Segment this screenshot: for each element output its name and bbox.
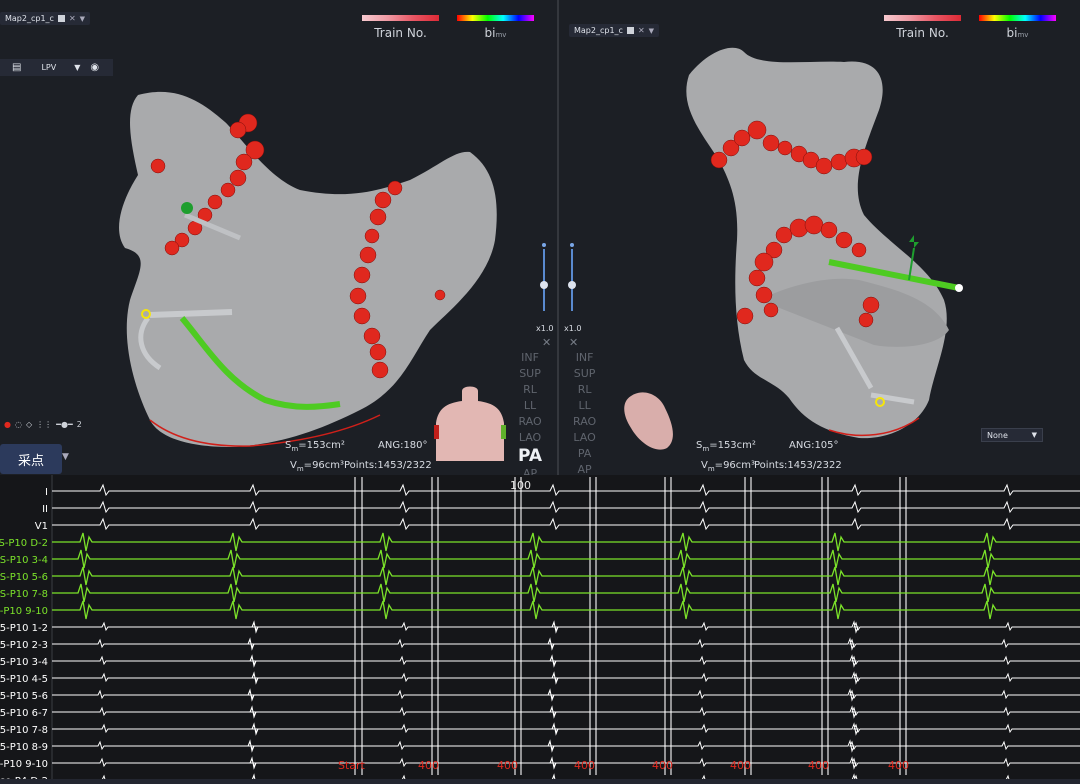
ecg-trace — [52, 671, 1080, 685]
ecg-trace — [52, 583, 1080, 603]
catheter-tip — [955, 284, 963, 292]
orient-option[interactable]: LL — [524, 398, 536, 414]
ecg-trace — [52, 483, 1080, 497]
catheter-2 — [149, 309, 233, 318]
heart-orientation-icon — [624, 392, 673, 450]
grid-icon[interactable]: ⋮⋮ — [36, 420, 52, 429]
channel-label: 5-P10 2-3 — [0, 640, 48, 651]
orient-option[interactable]: SUP — [519, 366, 541, 382]
arrow-head — [909, 235, 919, 248]
orient-option[interactable]: RL — [523, 382, 537, 398]
orient-option[interactable]: LL — [578, 398, 590, 414]
status-strip — [0, 779, 1080, 784]
torso-orientation-icon — [434, 386, 506, 461]
timing-label: 400 — [652, 759, 673, 772]
close-icon[interactable]: ✕ — [569, 336, 578, 349]
ecg-trace — [52, 566, 1080, 586]
channel-label: 5-P10 7-8 — [0, 725, 48, 736]
zoom-slider-right[interactable] — [568, 243, 576, 313]
slider-icon[interactable]: ━●━ — [56, 420, 73, 429]
timing-label: 400 — [418, 759, 439, 772]
count-badge: 2 — [76, 419, 82, 429]
orient-option[interactable]: AP — [523, 466, 537, 475]
ecg-trace — [52, 722, 1080, 736]
orient-option[interactable]: PA — [578, 446, 591, 462]
orient-option-active[interactable]: PA — [518, 446, 542, 466]
channel-label: S-P10 7-8 — [0, 589, 48, 600]
channel-label: 5-P10 1-2 — [0, 623, 48, 634]
channel-label: I — [45, 487, 48, 498]
orient-option[interactable]: RAO — [573, 414, 596, 430]
overlay-label: 100 — [510, 479, 531, 492]
ecg-trace — [52, 654, 1080, 668]
tool-bar: ● ◌ ◇ ⋮⋮ ━●━ 2 — [0, 418, 120, 430]
record-icon[interactable]: ● — [4, 420, 11, 429]
points-readout: Points:1453/2322 — [344, 460, 432, 471]
chevron-down-icon: ▼ — [1031, 431, 1037, 439]
ecg-trace — [52, 739, 1080, 753]
timing-label: 400 — [497, 759, 518, 772]
angle-readout: ANG:180° — [378, 440, 428, 451]
ecg-trace — [52, 600, 1080, 620]
orientation-list-right[interactable]: INF SUP RL LL RAO LAO PA AP — [573, 350, 596, 475]
catheter-tip — [181, 202, 193, 214]
ecg-trace — [52, 705, 1080, 719]
ecg-trace — [52, 532, 1080, 552]
ecg-trace — [52, 500, 1080, 514]
left-map-view[interactable]: Map2_cp1_c ✕ ▼ ▤ LPV ▼ ◉ Train No. bimv — [0, 0, 557, 475]
orient-option[interactable]: AP — [578, 462, 592, 475]
heart-mesh — [686, 47, 947, 439]
orient-option[interactable]: LAO — [519, 430, 541, 446]
channel-label: S-P10 9-10 — [0, 606, 48, 617]
channel-label: 5-P10 4-5 — [0, 674, 48, 685]
eraser-icon[interactable]: ◇ — [26, 420, 32, 429]
collect-point-button[interactable]: 采点 — [0, 444, 62, 474]
orient-option[interactable]: INF — [576, 350, 594, 366]
timing-label: 400 — [574, 759, 595, 772]
ecg-trace — [52, 688, 1080, 702]
orientation-list-left[interactable]: INF SUP RL LL RAO LAO PA AP — [518, 350, 542, 475]
ecg-panel[interactable]: IIIV1S-P10 D-2S-P10 3-4S-P10 5-6S-P10 7-… — [0, 475, 1080, 784]
angle-readout: ANG:105° — [789, 440, 839, 451]
ecg-trace — [52, 756, 1080, 770]
channel-label: S-P10 5-6 — [0, 572, 48, 583]
channel-label: II — [42, 504, 48, 515]
zoom-slider-left[interactable] — [540, 243, 548, 313]
channel-label: 5-P10 5-6 — [0, 691, 48, 702]
ecg-trace — [52, 517, 1080, 531]
timing-label: 400 — [730, 759, 751, 772]
orient-option[interactable]: RL — [578, 382, 592, 398]
chevron-down-icon[interactable]: ▼ — [62, 452, 69, 462]
channel-label: 5-P10 8-9 — [0, 742, 48, 753]
channel-label: 5-P10 3-4 — [0, 657, 48, 668]
channel-label: V1 — [35, 521, 48, 532]
display-dropdown[interactable]: None ▼ — [981, 428, 1043, 442]
timing-label: 400 — [888, 759, 909, 772]
orient-option[interactable]: RAO — [518, 414, 541, 430]
timing-label: 400 — [808, 759, 829, 772]
orient-option[interactable]: LAO — [573, 430, 595, 446]
orient-option[interactable]: SUP — [574, 366, 596, 382]
volume-readout: Vm=96cm³ — [701, 460, 756, 473]
close-icon[interactable]: ✕ — [542, 336, 551, 349]
volume-readout: Vm=96cm³ — [290, 460, 345, 473]
channel-label: 5-P10 9-10 — [0, 759, 48, 770]
points-readout: Points:1453/2322 — [754, 460, 842, 471]
ecg-trace — [52, 620, 1080, 634]
channel-label: S-P10 3-4 — [0, 555, 48, 566]
zoom-level: x1.0 — [536, 324, 554, 333]
surface-area: Sm=153cm² — [285, 440, 345, 453]
right-map-view[interactable]: Map2_cp1_c ✕ ▼ Train No. bimv Sm=153cm² … — [559, 0, 1080, 475]
dropdown-value: None — [987, 430, 1008, 440]
lasso-icon[interactable]: ◌ — [15, 420, 22, 429]
ecg-trace — [52, 637, 1080, 651]
channel-label: 5-P10 6-7 — [0, 708, 48, 719]
ecg-trace — [52, 549, 1080, 569]
timing-label: Start — [338, 759, 366, 772]
orient-option[interactable]: INF — [521, 350, 539, 366]
zoom-level: x1.0 — [564, 324, 582, 333]
channel-label: S-P10 D-2 — [0, 538, 48, 549]
surface-area: Sm=153cm² — [696, 440, 756, 453]
